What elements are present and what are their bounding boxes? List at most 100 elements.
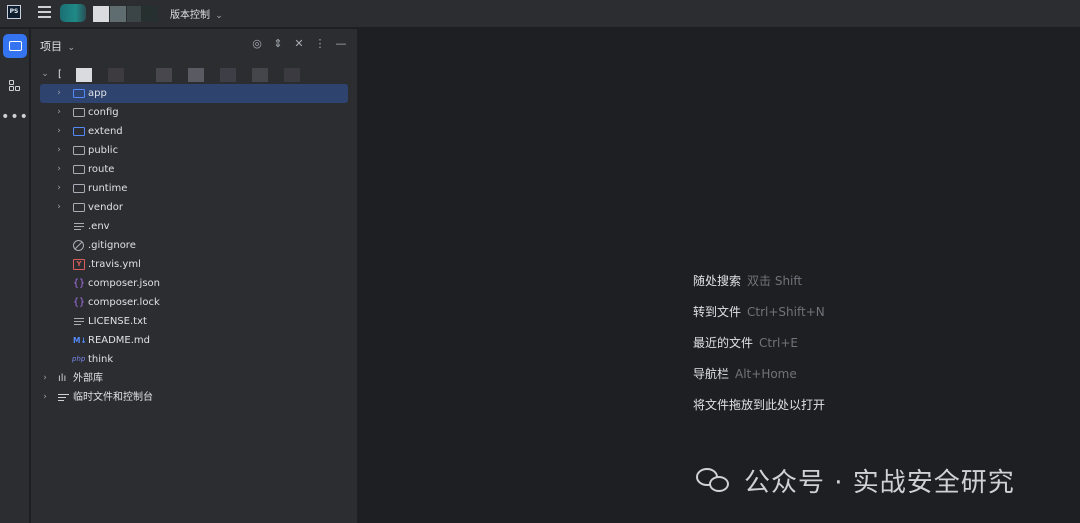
main-menu-icon[interactable] <box>38 6 51 18</box>
root-name-redacted-3 <box>156 68 172 82</box>
text-file-icon <box>73 316 85 327</box>
tree-item-label: extend <box>88 126 123 137</box>
tree-item-external-libraries[interactable]: › ılı 外部库 <box>40 369 348 388</box>
chevron-right-icon[interactable]: › <box>54 103 64 122</box>
panel-title: 项目 <box>40 40 62 53</box>
vcs-label: 版本控制 <box>170 10 210 21</box>
tree-item-composer-lock[interactable]: {} composer.lock <box>40 293 348 312</box>
project-name-redacted-3 <box>127 6 141 22</box>
tree-item-label: app <box>88 88 107 99</box>
chevron-down-icon[interactable]: ⌄ <box>40 65 50 84</box>
project-panel: 项目 ⌄ ◎ ⇕ ✕ ⋮ — ⌄ [ › app › config › exte… <box>31 29 358 523</box>
folder-icon <box>73 146 85 155</box>
tool-window-strip: ••• <box>0 29 30 523</box>
wechat-icon <box>696 466 734 496</box>
chevron-right-icon[interactable]: › <box>54 179 64 198</box>
tree-item-label: .travis.yml <box>88 259 141 270</box>
tree-item-readme[interactable]: M↓ README.md <box>40 331 348 350</box>
chevron-right-icon[interactable]: › <box>40 388 50 407</box>
watermark: 公众号 · 实战安全研究 <box>696 462 1015 499</box>
structure-tool-button[interactable] <box>3 74 27 98</box>
scratches-icon <box>58 392 70 403</box>
tree-item-label: runtime <box>88 183 128 194</box>
title-bar: PS 版本控制 ⌄ <box>0 0 1080 28</box>
folder-icon <box>73 108 85 117</box>
tree-item-label: config <box>88 107 119 118</box>
project-view-selector[interactable]: 项目 ⌄ <box>40 38 75 54</box>
tree-item-label: .gitignore <box>88 240 136 251</box>
library-icon: ılı <box>58 373 67 384</box>
json-file-icon: {} <box>73 297 86 308</box>
locate-icon[interactable]: ◎ <box>251 37 263 50</box>
tree-item-label: composer.lock <box>88 297 160 308</box>
tree-item-gitignore[interactable]: .gitignore <box>40 236 348 255</box>
watermark-text: 公众号 · 实战安全研究 <box>744 468 1015 498</box>
folder-icon <box>73 165 85 174</box>
text-file-icon <box>73 221 85 232</box>
vcs-widget[interactable]: 版本控制 ⌄ <box>170 6 223 21</box>
hide-icon[interactable]: — <box>335 37 347 50</box>
phpstorm-logo-icon[interactable]: PS <box>7 5 21 19</box>
tree-item-label: think <box>88 354 114 365</box>
root-name-redacted <box>76 68 92 82</box>
tree-item-route[interactable]: › route <box>40 160 348 179</box>
markdown-file-icon: M↓ <box>73 336 87 345</box>
tree-item-travis[interactable]: Y .travis.yml <box>40 255 348 274</box>
more-tools-button[interactable]: ••• <box>1 105 28 129</box>
json-file-icon: {} <box>73 278 86 289</box>
yaml-file-icon: Y <box>73 259 85 270</box>
chevron-right-icon[interactable]: › <box>54 198 64 217</box>
folder-icon <box>73 184 85 193</box>
folder-icon <box>73 203 85 212</box>
tree-item-label: .env <box>88 221 110 232</box>
structure-icon <box>9 80 21 92</box>
panel-toolbar: ◎ ⇕ ✕ ⋮ — <box>251 37 347 50</box>
tree-item-label: public <box>88 145 119 156</box>
project-tool-button[interactable] <box>3 34 27 58</box>
chevron-right-icon[interactable]: › <box>54 160 64 179</box>
tree-item-license[interactable]: LICENSE.txt <box>40 312 348 331</box>
project-name-redacted-4 <box>142 6 158 22</box>
tree-item-think[interactable]: php think <box>40 350 348 369</box>
root-name-redacted-7 <box>284 68 300 82</box>
collapse-all-icon[interactable]: ✕ <box>293 37 305 50</box>
folder-icon <box>73 127 85 136</box>
hint-navigation-bar: 导航栏 Alt+Home <box>693 367 797 381</box>
root-name-redacted-4 <box>188 68 204 82</box>
chevron-down-icon: ⌄ <box>215 11 223 21</box>
options-icon[interactable]: ⋮ <box>314 37 326 50</box>
chevron-right-icon[interactable]: › <box>54 141 64 160</box>
hint-goto-file: 转到文件 Ctrl+Shift+N <box>693 305 825 319</box>
folder-icon <box>8 41 22 51</box>
root-name-redacted-5 <box>220 68 236 82</box>
tree-item-composer-json[interactable]: {} composer.json <box>40 274 348 293</box>
project-avatar[interactable] <box>60 4 86 22</box>
tree-item-scratches[interactable]: › 临时文件和控制台 <box>40 388 348 407</box>
tree-item-label: vendor <box>88 202 123 213</box>
project-name-redacted[interactable] <box>93 6 109 22</box>
tree-item-env[interactable]: .env <box>40 217 348 236</box>
root-label: [ <box>58 69 62 80</box>
hint-recent-files: 最近的文件 Ctrl+E <box>693 336 799 350</box>
tree-item-label: composer.json <box>88 278 161 289</box>
chevron-right-icon[interactable]: › <box>54 122 64 141</box>
hint-drop-files: 将文件拖放到此处以打开 <box>693 398 826 412</box>
tree-item-public[interactable]: › public <box>40 141 348 160</box>
tree-item-extend[interactable]: › extend <box>40 122 348 141</box>
tree-item-runtime[interactable]: › runtime <box>40 179 348 198</box>
root-name-redacted-2 <box>108 68 124 82</box>
tree-item-config[interactable]: › config <box>40 103 348 122</box>
chevron-right-icon[interactable]: › <box>54 84 64 103</box>
tree-item-app[interactable]: › app <box>40 84 348 103</box>
tree-item-vendor[interactable]: › vendor <box>40 198 348 217</box>
expand-all-icon[interactable]: ⇕ <box>272 37 284 50</box>
tree-item-label: route <box>88 164 115 175</box>
tree-item-label: 外部库 <box>73 373 103 384</box>
ignore-file-icon <box>73 240 85 251</box>
chevron-down-icon: ⌄ <box>67 43 76 53</box>
tree-root[interactable]: ⌄ [ <box>40 65 348 84</box>
project-name-redacted-2 <box>110 6 126 22</box>
root-name-redacted-6 <box>252 68 268 82</box>
tree-item-label: 临时文件和控制台 <box>73 392 153 403</box>
chevron-right-icon[interactable]: › <box>40 369 50 388</box>
